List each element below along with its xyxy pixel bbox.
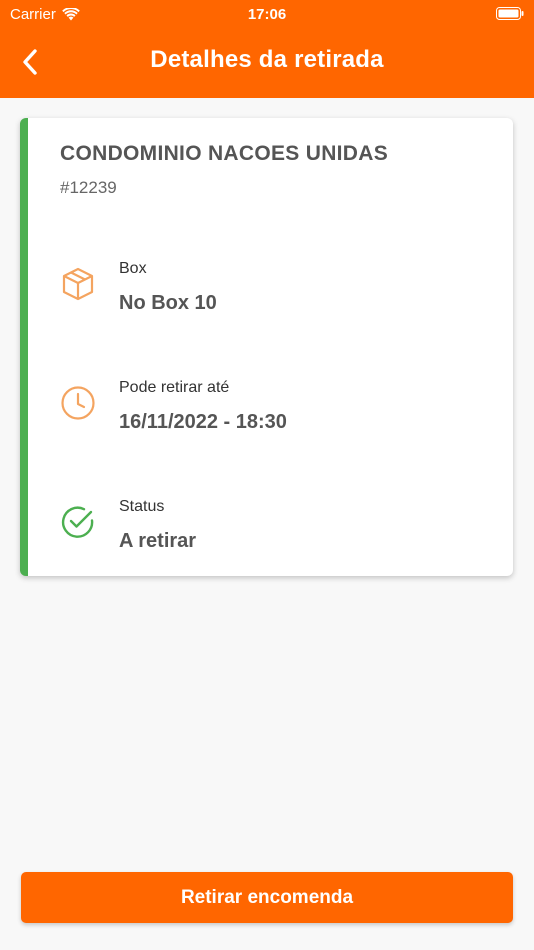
status-bar: Carrier 17:06 [0, 0, 534, 28]
status-value: A retirar [119, 530, 197, 552]
battery-icon [496, 7, 524, 24]
condominium-name: CONDOMINIO NACOES UNIDAS [60, 142, 389, 165]
box-label: Box [119, 260, 147, 277]
check-circle-icon [61, 506, 94, 538]
box-row: Box No Box 10 [60, 260, 480, 330]
status-row: Status A retirar [60, 498, 480, 568]
app-header: Carrier 17:06 Detalhes da retirada [0, 0, 534, 98]
package-icon [62, 267, 94, 301]
status-label: Status [119, 498, 165, 515]
pickup-deadline-label: Pode retirar até [119, 379, 230, 396]
withdraw-package-button[interactable]: Retirar encomenda [21, 872, 513, 923]
pickup-id: #12239 [60, 178, 117, 197]
pickup-details-card: CONDOMINIO NACOES UNIDAS #12239 Box No B… [20, 118, 513, 576]
page-title: Detalhes da retirada [150, 46, 384, 73]
clock-icon [61, 386, 95, 420]
pickup-deadline-row: Pode retirar até 16/11/2022 - 18:30 [60, 379, 480, 449]
box-value: No Box 10 [119, 292, 217, 314]
pickup-deadline-value: 16/11/2022 - 18:30 [119, 411, 287, 433]
status-time: 17:06 [247, 6, 287, 23]
